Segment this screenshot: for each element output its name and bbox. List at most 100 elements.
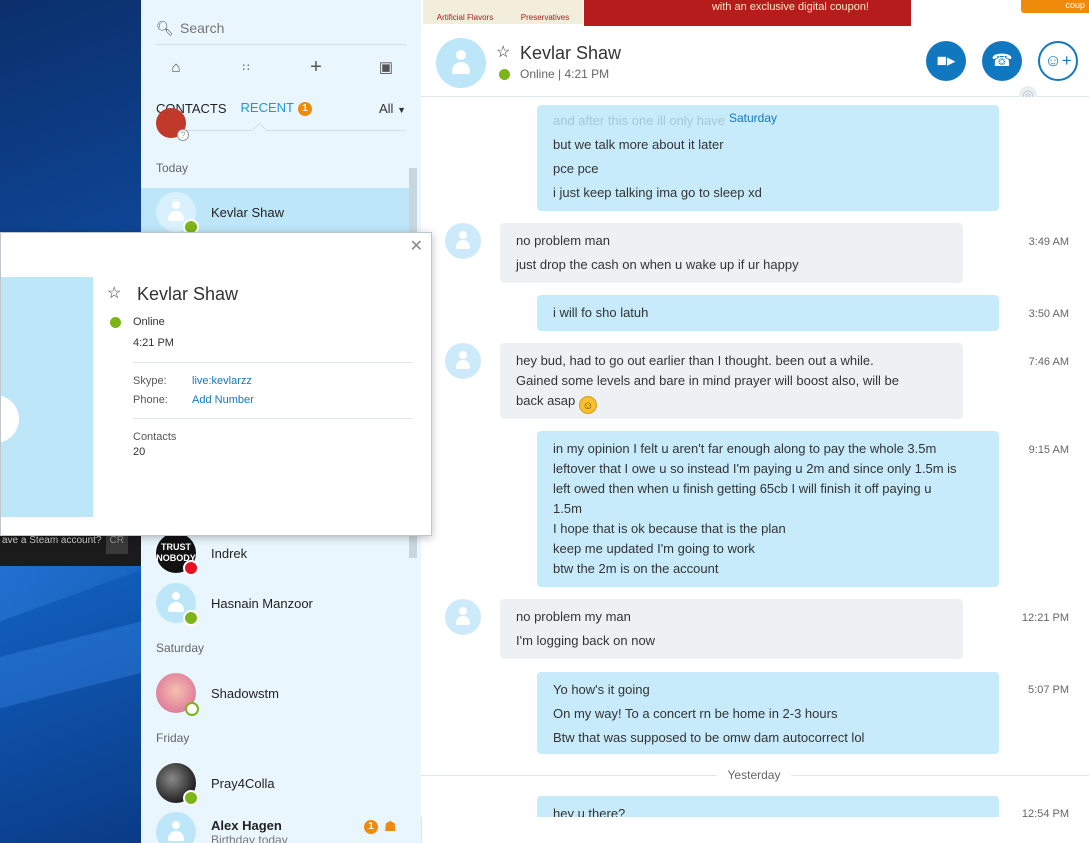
- message-line: I'm logging back on now: [516, 633, 656, 648]
- message-bubble[interactable]: no problem my man I'm logging back on no…: [500, 599, 963, 659]
- phone-label: Phone:: [133, 394, 168, 406]
- message-line: pce pce: [553, 161, 599, 176]
- conversation-status: Online | 4:21 PM: [520, 67, 610, 81]
- conversation-header: ☆ Kevlar Shaw Online | 4:21 PM ■▸ ☎ ☺+ ◎: [421, 26, 1089, 104]
- ad-panel-flavors: Artificial Flavors Preservatives: [423, 0, 583, 24]
- avatar[interactable]: [436, 38, 486, 88]
- contact-item[interactable]: Pray4Colla: [141, 759, 411, 807]
- message-time: 3:49 AM: [1028, 236, 1069, 248]
- video-call-button[interactable]: ■▸: [926, 41, 966, 81]
- close-icon[interactable]: ✕: [410, 236, 423, 256]
- unknown-status-icon: ?: [177, 129, 189, 141]
- tabs-divider: [156, 130, 406, 131]
- online-status-icon: [183, 790, 199, 806]
- contact-item[interactable]: Hasnain Manzoor: [141, 579, 411, 627]
- profile-status: Online: [133, 316, 165, 328]
- message-line: hey bud, had to go out earlier than I th…: [516, 353, 874, 368]
- contact-name: Kevlar Shaw: [211, 204, 284, 220]
- contacts-count: 20: [133, 446, 146, 458]
- message-time: 12:21 PM: [1021, 612, 1069, 624]
- message-time: 12:54 PM: [1021, 808, 1069, 817]
- message-bubble[interactable]: no problem man just drop the cash on whe…: [500, 223, 963, 283]
- ad-coupon-button[interactable]: coup: [1021, 0, 1089, 13]
- message-line: Gained some levels and bare in mind pray…: [516, 373, 899, 388]
- message-list[interactable]: and after this one ill only have but we …: [421, 97, 1089, 817]
- birthday-indicators: 1 ☗: [360, 818, 397, 835]
- ad-panel-coupon: with an exclusive digital coupon!: [584, 0, 911, 26]
- gift-icon[interactable]: ☗: [384, 818, 397, 835]
- star-icon[interactable]: ☆: [107, 283, 121, 303]
- message-bubble[interactable]: i will fo sho latuh: [537, 295, 999, 331]
- home-icon[interactable]: ⌂: [156, 59, 196, 76]
- message-line: no problem my man: [516, 609, 631, 624]
- phone-call-button[interactable]: ☎: [982, 41, 1022, 81]
- message-line: On my way! To a concert rn be home in 2-…: [553, 706, 838, 721]
- day-label-yesterday: Yesterday: [717, 768, 791, 782]
- tab-recent-label: RECENT: [240, 100, 294, 115]
- avatar: [156, 763, 199, 806]
- video-call-icon: ■▸: [936, 51, 956, 70]
- message-bubble[interactable]: hey u there?: [537, 796, 999, 817]
- message-line: but we talk more about it later: [553, 137, 724, 152]
- ad-flavor-1: Artificial Flavors: [436, 13, 494, 22]
- message-bubble[interactable]: in my opinion I felt u aren't far enough…: [537, 431, 999, 587]
- add-number-link[interactable]: Add Number: [192, 394, 254, 406]
- section-today: Today: [156, 161, 189, 175]
- dialpad-icon[interactable]: ∷: [226, 61, 266, 74]
- message-line: keep me updated I'm going to work: [553, 541, 755, 556]
- contact-item[interactable]: TRUST NOBODY Indrek: [141, 529, 411, 577]
- avatar: [156, 583, 199, 626]
- message-text: back asap: [516, 393, 576, 408]
- unread-badge: 1: [364, 819, 378, 834]
- add-person-button[interactable]: ☺+: [1038, 41, 1078, 81]
- chevron-down-icon: ▼: [397, 104, 406, 115]
- message-bubble[interactable]: hey bud, had to go out earlier than I th…: [500, 343, 963, 419]
- message-line: btw the 2m is on the account: [553, 561, 719, 576]
- message-bubble[interactable]: Yo how's it going On my way! To a concer…: [537, 672, 999, 754]
- ad-banner[interactable]: Artificial Flavors Preservatives with an…: [421, 0, 1089, 26]
- add-person-icon: ☺+: [1044, 51, 1072, 70]
- section-friday: Friday: [156, 731, 190, 745]
- message-line: in my opinion I felt u aren't far enough…: [553, 441, 937, 456]
- message-line: 1.5m: [553, 501, 582, 516]
- steam-prompt: ave a Steam account?: [2, 535, 102, 546]
- divider: [133, 362, 413, 363]
- contact-item[interactable]: Shadowstm: [141, 669, 411, 717]
- bot-icon[interactable]: ▣: [366, 58, 406, 76]
- search-input[interactable]: [178, 19, 382, 37]
- conversation-title[interactable]: Kevlar Shaw: [520, 43, 621, 64]
- profile-name: Kevlar Shaw: [137, 284, 239, 304]
- avatar: TRUST NOBODY: [156, 533, 199, 576]
- message-line: no problem man: [516, 233, 610, 248]
- online-status-icon: [499, 69, 510, 80]
- message-line: Yo how's it going: [553, 682, 650, 697]
- contact-subtitle: Birthday today: [211, 833, 288, 843]
- contact-item[interactable]: Kevlar Shaw: [141, 188, 411, 236]
- dnd-status-icon: [183, 560, 199, 576]
- message-time: 7:46 AM: [1028, 356, 1069, 368]
- recent-badge: 1: [298, 102, 312, 116]
- day-label-saturday: Saturday: [729, 111, 778, 125]
- star-icon[interactable]: ☆: [496, 42, 510, 62]
- message-line: I hope that is ok because that is the pl…: [553, 521, 786, 536]
- avatar: [156, 192, 199, 235]
- away-status-icon: [185, 702, 199, 716]
- avatar[interactable]: [445, 343, 481, 379]
- avatar[interactable]: [445, 223, 481, 259]
- section-saturday: Saturday: [156, 641, 205, 655]
- online-status-icon: [110, 317, 121, 328]
- avatar[interactable]: [445, 599, 481, 635]
- skype-id-link[interactable]: live:kevlarzz: [192, 375, 252, 387]
- filter-dropdown[interactable]: All ▼: [379, 101, 406, 116]
- avatar[interactable]: ?: [156, 108, 189, 141]
- search-bar[interactable]: 🔍︎: [156, 12, 406, 45]
- add-icon[interactable]: +: [296, 56, 336, 79]
- tab-recent[interactable]: RECENT 1: [241, 100, 312, 116]
- message-time: 9:15 AM: [1028, 444, 1069, 456]
- contact-name: Indrek: [211, 545, 248, 561]
- profile-photo: [1, 277, 93, 517]
- avatar: [156, 812, 196, 843]
- ad-flavor-2: Preservatives: [520, 13, 570, 22]
- message-line: i will fo sho latuh: [553, 305, 649, 320]
- message-time: 3:50 AM: [1028, 308, 1069, 320]
